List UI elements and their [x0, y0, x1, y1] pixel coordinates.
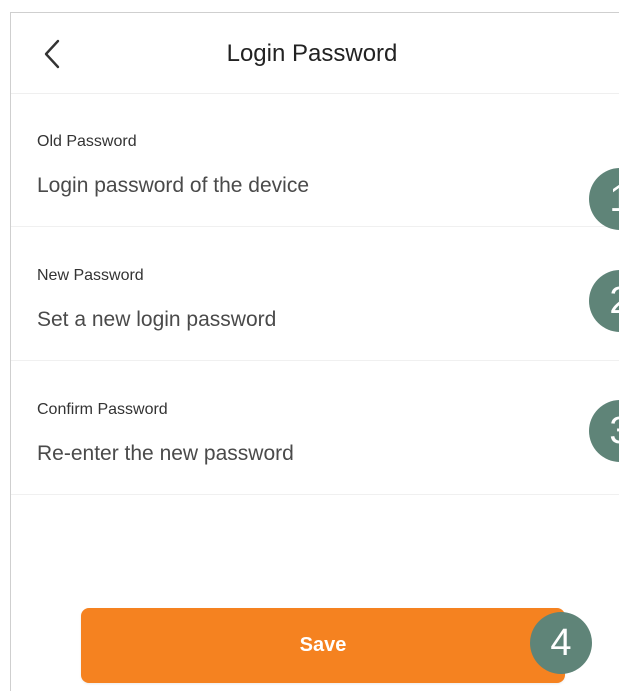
- old-password-input[interactable]: [27, 168, 587, 204]
- step-marker-4: 4: [530, 612, 592, 674]
- confirm-password-input[interactable]: [27, 436, 587, 472]
- new-password-input[interactable]: [27, 302, 587, 338]
- old-password-field: Old Password: [11, 93, 619, 227]
- save-button-label: Save: [299, 634, 347, 656]
- confirm-password-field: Confirm Password: [11, 361, 619, 495]
- new-password-label: New Password: [37, 267, 144, 284]
- new-password-field: New Password: [11, 227, 619, 361]
- old-password-label: Old Password: [37, 133, 137, 150]
- screen: Login Password Old Password New Password…: [10, 12, 619, 691]
- save-button[interactable]: Save: [81, 608, 565, 683]
- confirm-password-label: Confirm Password: [37, 401, 168, 418]
- app-header: Login Password: [11, 13, 619, 94]
- page-title: Login Password: [226, 40, 398, 67]
